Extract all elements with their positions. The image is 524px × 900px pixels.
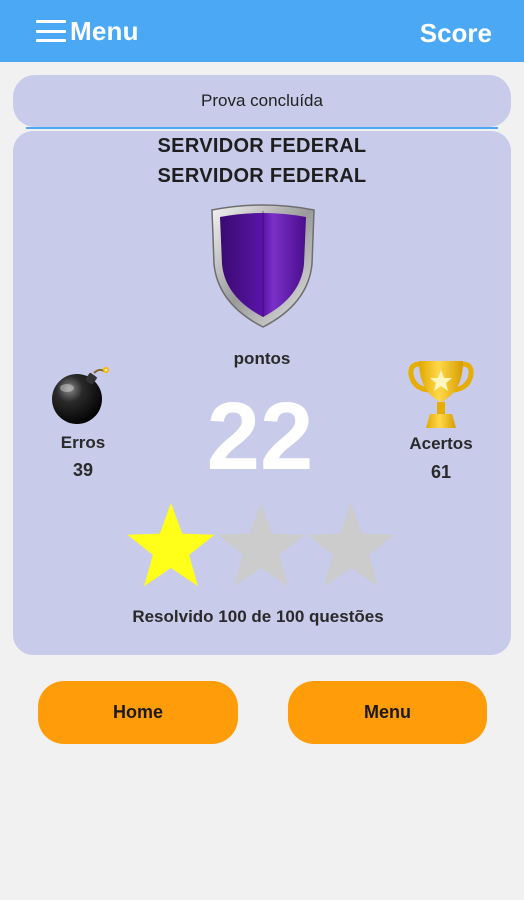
hamburger-icon (36, 20, 66, 42)
star-empty-icon (217, 503, 305, 587)
status-text: Prova concluída (201, 91, 323, 110)
errors-value: 39 (72, 460, 94, 480)
menu-bottom-button[interactable]: Menu (288, 681, 487, 744)
exam-title-line-2: SERVIDOR FEDERAL (157, 165, 367, 187)
exam-title-line-1: SERVIDOR FEDERAL (157, 135, 367, 157)
status-divider (26, 127, 498, 129)
app-bar: Menu Score (0, 0, 524, 62)
errors-label: Erros (60, 433, 106, 452)
trophy-icon (408, 361, 474, 428)
bomb-icon (52, 367, 109, 424)
resolved-summary: Resolvido 100 de 100 questões (132, 607, 384, 626)
shield-badge-icon (211, 204, 315, 328)
home-button[interactable]: Home (38, 681, 238, 744)
star-rating (127, 503, 395, 587)
result-card: SERVIDOR FEDERAL SERVIDOR FEDERAL pontos… (13, 131, 511, 655)
status-banner: Prova concluída (13, 75, 511, 127)
star-filled-icon (127, 503, 215, 587)
menu-label: Menu (70, 15, 139, 46)
score-link[interactable]: Score (420, 18, 492, 49)
hits-label: Acertos (409, 434, 473, 453)
star-empty-icon (307, 503, 395, 587)
hits-value: 61 (430, 462, 452, 482)
menu-button[interactable]: Menu (36, 14, 139, 48)
